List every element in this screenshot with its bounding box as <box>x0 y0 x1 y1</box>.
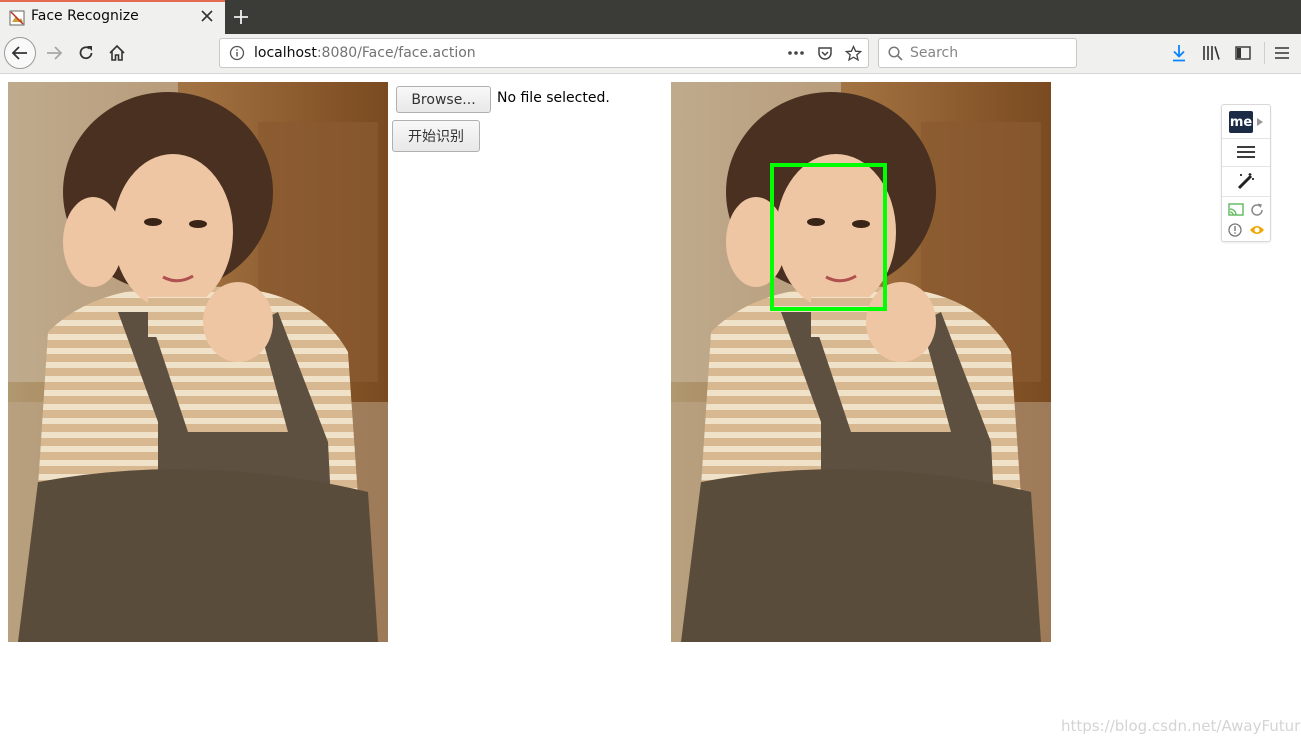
reload-icon[interactable] <box>74 41 98 65</box>
expand-arrow-icon <box>1257 118 1263 126</box>
start-recognition-button[interactable]: 开始识别 <box>392 120 480 152</box>
toolbar-separator <box>1264 42 1265 64</box>
tab-face-recognize[interactable]: Face Recognize <box>0 0 225 34</box>
info-icon[interactable] <box>229 45 245 61</box>
close-icon[interactable] <box>199 8 215 24</box>
divider <box>1222 138 1270 139</box>
sidebar-icon[interactable] <box>1232 41 1254 65</box>
file-status-text: No file selected. <box>497 90 610 106</box>
magic-wand-icon[interactable] <box>1222 169 1270 193</box>
library-icon[interactable] <box>1200 41 1222 65</box>
watermark-text: https://blog.csdn.net/AwayFuture <box>1061 717 1301 735</box>
result-photo <box>671 82 1051 642</box>
tab-strip: Face Recognize <box>0 0 1301 34</box>
extension-logo: me <box>1229 111 1253 133</box>
search-bar[interactable]: Search <box>878 38 1077 68</box>
url-host: localhost <box>254 45 317 61</box>
extension-logo-button[interactable]: me <box>1222 109 1270 135</box>
forward-arrow-icon[interactable] <box>42 41 66 65</box>
refresh-icon[interactable] <box>1250 203 1265 218</box>
home-icon[interactable] <box>105 41 129 65</box>
url-path: :8080/Face/face.action <box>316 45 476 61</box>
page-content: Browse... No file selected. 开始识别 me http… <box>0 74 1301 744</box>
cast-icon[interactable] <box>1228 203 1244 217</box>
more-icon[interactable] <box>786 45 806 61</box>
divider <box>1222 166 1270 167</box>
navigation-toolbar: localhost:8080/Face/face.action Search <box>0 34 1301 74</box>
portrait-illustration <box>8 82 388 642</box>
download-icon[interactable] <box>1168 41 1190 65</box>
uploaded-photo <box>8 82 388 642</box>
back-arrow-icon[interactable] <box>4 37 36 69</box>
hamburger-icon[interactable] <box>1222 141 1270 163</box>
divider <box>1222 196 1270 197</box>
search-icon <box>887 45 903 61</box>
tab-title: Face Recognize <box>31 8 139 24</box>
extension-panel: me <box>1221 104 1271 242</box>
menu-icon[interactable] <box>1271 41 1293 65</box>
url-bar[interactable]: localhost:8080/Face/face.action <box>219 38 869 68</box>
browse-button[interactable]: Browse... <box>396 86 491 113</box>
eye-icon[interactable] <box>1249 224 1266 237</box>
page-favicon-icon <box>9 10 25 26</box>
warning-icon[interactable] <box>1228 223 1243 238</box>
search-placeholder: Search <box>910 45 959 61</box>
plus-icon[interactable] <box>228 4 254 30</box>
url-text: localhost:8080/Face/face.action <box>254 45 476 61</box>
pocket-icon[interactable] <box>816 44 834 62</box>
face-detection-box <box>770 163 887 311</box>
bookmark-star-icon[interactable] <box>844 44 862 62</box>
